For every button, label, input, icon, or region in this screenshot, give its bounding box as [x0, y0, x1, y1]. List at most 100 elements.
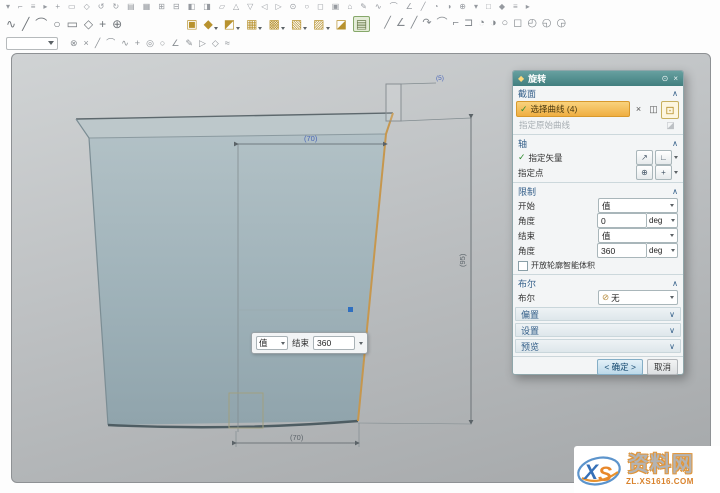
- toolbar-icon[interactable]: ▤: [127, 3, 135, 11]
- toolbar-icon[interactable]: ⊐: [464, 18, 473, 29]
- point-dialog-icon[interactable]: ⊕: [636, 165, 653, 180]
- dialog-titlebar[interactable]: ◆ 旋转 ⊙ ×: [513, 71, 683, 86]
- toolbar-icon[interactable]: △: [233, 3, 239, 11]
- toolbar-icon[interactable]: ▦: [246, 18, 262, 30]
- dialog-clock-icon[interactable]: ⊙: [662, 74, 669, 83]
- toolbar-icon[interactable]: ▱: [219, 3, 225, 11]
- toolbar-icon[interactable]: ◁: [261, 3, 267, 11]
- start-mode-dropdown[interactable]: 值: [598, 198, 678, 213]
- toolbar-icon[interactable]: +: [135, 39, 140, 48]
- end-angle-dropdown-caret[interactable]: [359, 342, 363, 345]
- toolbar-icon[interactable]: ▭: [68, 3, 76, 11]
- toolbar-icon[interactable]: ╱: [384, 18, 391, 29]
- toolbar-icon[interactable]: □: [486, 3, 491, 11]
- toolbar-icon[interactable]: ◨: [203, 3, 211, 11]
- toolbar-icon[interactable]: ⌒: [106, 39, 115, 48]
- expand-icon[interactable]: ∨: [669, 326, 675, 335]
- toolbar-icon[interactable]: ∿: [375, 3, 382, 11]
- toolbar-icon[interactable]: ▷: [275, 3, 281, 11]
- section-header-section[interactable]: 截面∧: [513, 86, 683, 100]
- collapse-icon[interactable]: ∧: [672, 139, 678, 148]
- toolbar-icon[interactable]: ○: [160, 39, 165, 48]
- toolbar-icon[interactable]: +: [55, 3, 60, 11]
- selection-filter-icon[interactable]: ◫: [647, 103, 660, 116]
- toolbar-icon[interactable]: ≈: [225, 39, 230, 48]
- toolbar-icon[interactable]: ▣: [186, 18, 197, 30]
- toolbar-icon[interactable]: ○: [502, 18, 509, 29]
- axis-point-marker[interactable]: [348, 307, 353, 312]
- toolbar-icon[interactable]: ◔: [478, 18, 485, 29]
- point-inferred-icon[interactable]: +: [655, 165, 672, 180]
- toolbar-icon[interactable]: ∠: [396, 18, 406, 29]
- toolbar-icon[interactable]: ◻: [317, 3, 324, 11]
- toolbar-icon[interactable]: ◶: [557, 18, 567, 29]
- toolbar-icon[interactable]: ▽: [247, 3, 253, 11]
- open-profile-checkbox[interactable]: [518, 261, 528, 271]
- start-angle-input[interactable]: 0: [597, 213, 647, 228]
- toolbar-icon[interactable]: ◇: [84, 3, 90, 11]
- sketch-rim-profile-rect[interactable]: [386, 84, 401, 121]
- toolbar-icon[interactable]: +: [99, 18, 106, 30]
- toolbar-icon[interactable]: ∠: [406, 3, 413, 11]
- toolbar-icon[interactable]: ∠: [171, 39, 179, 48]
- section-header-limits[interactable]: 限制∧: [513, 184, 683, 198]
- section-header-axis[interactable]: 轴∧: [513, 136, 683, 150]
- start-angle-unit-dropdown[interactable]: deg: [647, 213, 678, 228]
- curve-rule-icon[interactable]: ⊡: [661, 101, 679, 119]
- offset-section-strip[interactable]: 偏置∨: [515, 307, 681, 321]
- toolbar-icon[interactable]: ◔: [434, 3, 439, 11]
- toolbar-icon[interactable]: ◴: [527, 18, 537, 29]
- toolbar-icon[interactable]: ▩: [268, 18, 284, 30]
- toolbar-icon[interactable]: ≡: [513, 3, 518, 11]
- point-options-caret[interactable]: [674, 171, 678, 174]
- toolbar-icon[interactable]: ≡: [31, 3, 36, 11]
- toolbar-icon[interactable]: ▤: [353, 16, 370, 32]
- toolbar-icon[interactable]: ○: [53, 18, 60, 30]
- toolbar-icon[interactable]: ◇: [84, 18, 93, 30]
- toolbar-icon[interactable]: ╱: [95, 39, 100, 48]
- toolbar-icon[interactable]: ⊞: [158, 3, 165, 11]
- toolbar-icon[interactable]: ×: [84, 39, 89, 48]
- section-header-boolean[interactable]: 布尔∧: [513, 276, 683, 290]
- toolbar-icon[interactable]: ◪: [336, 18, 347, 30]
- vector-dialog-icon[interactable]: ↗: [636, 150, 653, 165]
- toolbar-icon[interactable]: ⊕: [459, 3, 466, 11]
- dialog-close-icon[interactable]: ×: [673, 74, 678, 83]
- toolbar-icon[interactable]: ▨: [313, 18, 329, 30]
- toolbar-icon[interactable]: ╱: [411, 18, 418, 29]
- toolbar-icon[interactable]: ◎: [146, 39, 154, 48]
- vector-options-caret[interactable]: [674, 156, 678, 159]
- toolbar-icon[interactable]: ↺: [98, 3, 105, 11]
- selection-scope-dropdown[interactable]: [6, 37, 58, 50]
- toolbar-icon[interactable]: ⊟: [173, 3, 180, 11]
- toolbar-icon[interactable]: ↷: [422, 18, 431, 29]
- collapse-icon[interactable]: ∧: [672, 187, 678, 196]
- toolbar-icon[interactable]: ▾: [6, 3, 10, 11]
- deselect-all-icon[interactable]: ×: [632, 103, 645, 116]
- toolbar-icon[interactable]: ◵: [542, 18, 552, 29]
- toolbar-icon[interactable]: ◆: [204, 18, 218, 30]
- toolbar-icon[interactable]: ╱: [22, 18, 29, 30]
- toolbar-icon[interactable]: ○: [304, 3, 309, 11]
- preview-section-strip[interactable]: 预览∨: [515, 339, 681, 353]
- toolbar-icon[interactable]: ▸: [526, 3, 530, 11]
- toolbar-icon[interactable]: ⌐: [453, 18, 459, 29]
- toolbar-icon[interactable]: ╱: [421, 3, 426, 11]
- toolbar-icon[interactable]: ◑: [446, 3, 451, 11]
- select-curve-field[interactable]: ✓ 选择曲线 (4): [516, 101, 630, 117]
- collapse-icon[interactable]: ∧: [672, 279, 678, 288]
- toolbar-icon[interactable]: ⌒: [390, 3, 398, 11]
- toolbar-icon[interactable]: ↻: [112, 3, 119, 11]
- expand-icon[interactable]: ∨: [669, 342, 675, 351]
- toolbar-icon[interactable]: ⊙: [290, 3, 297, 11]
- collapse-icon[interactable]: ∧: [672, 89, 678, 98]
- ok-button[interactable]: < 确定 >: [597, 359, 643, 375]
- toolbar-icon[interactable]: ▣: [332, 3, 340, 11]
- value-mode-dropdown[interactable]: 值: [256, 336, 288, 350]
- toolbar-icon[interactable]: ▭: [67, 18, 78, 30]
- end-angle-input[interactable]: 360: [597, 243, 647, 258]
- end-mode-dropdown[interactable]: 值: [598, 228, 678, 243]
- toolbar-icon[interactable]: ⌒: [437, 18, 448, 29]
- toolbar-icon[interactable]: ⊕: [112, 18, 122, 30]
- toolbar-icon[interactable]: ▾: [474, 3, 478, 11]
